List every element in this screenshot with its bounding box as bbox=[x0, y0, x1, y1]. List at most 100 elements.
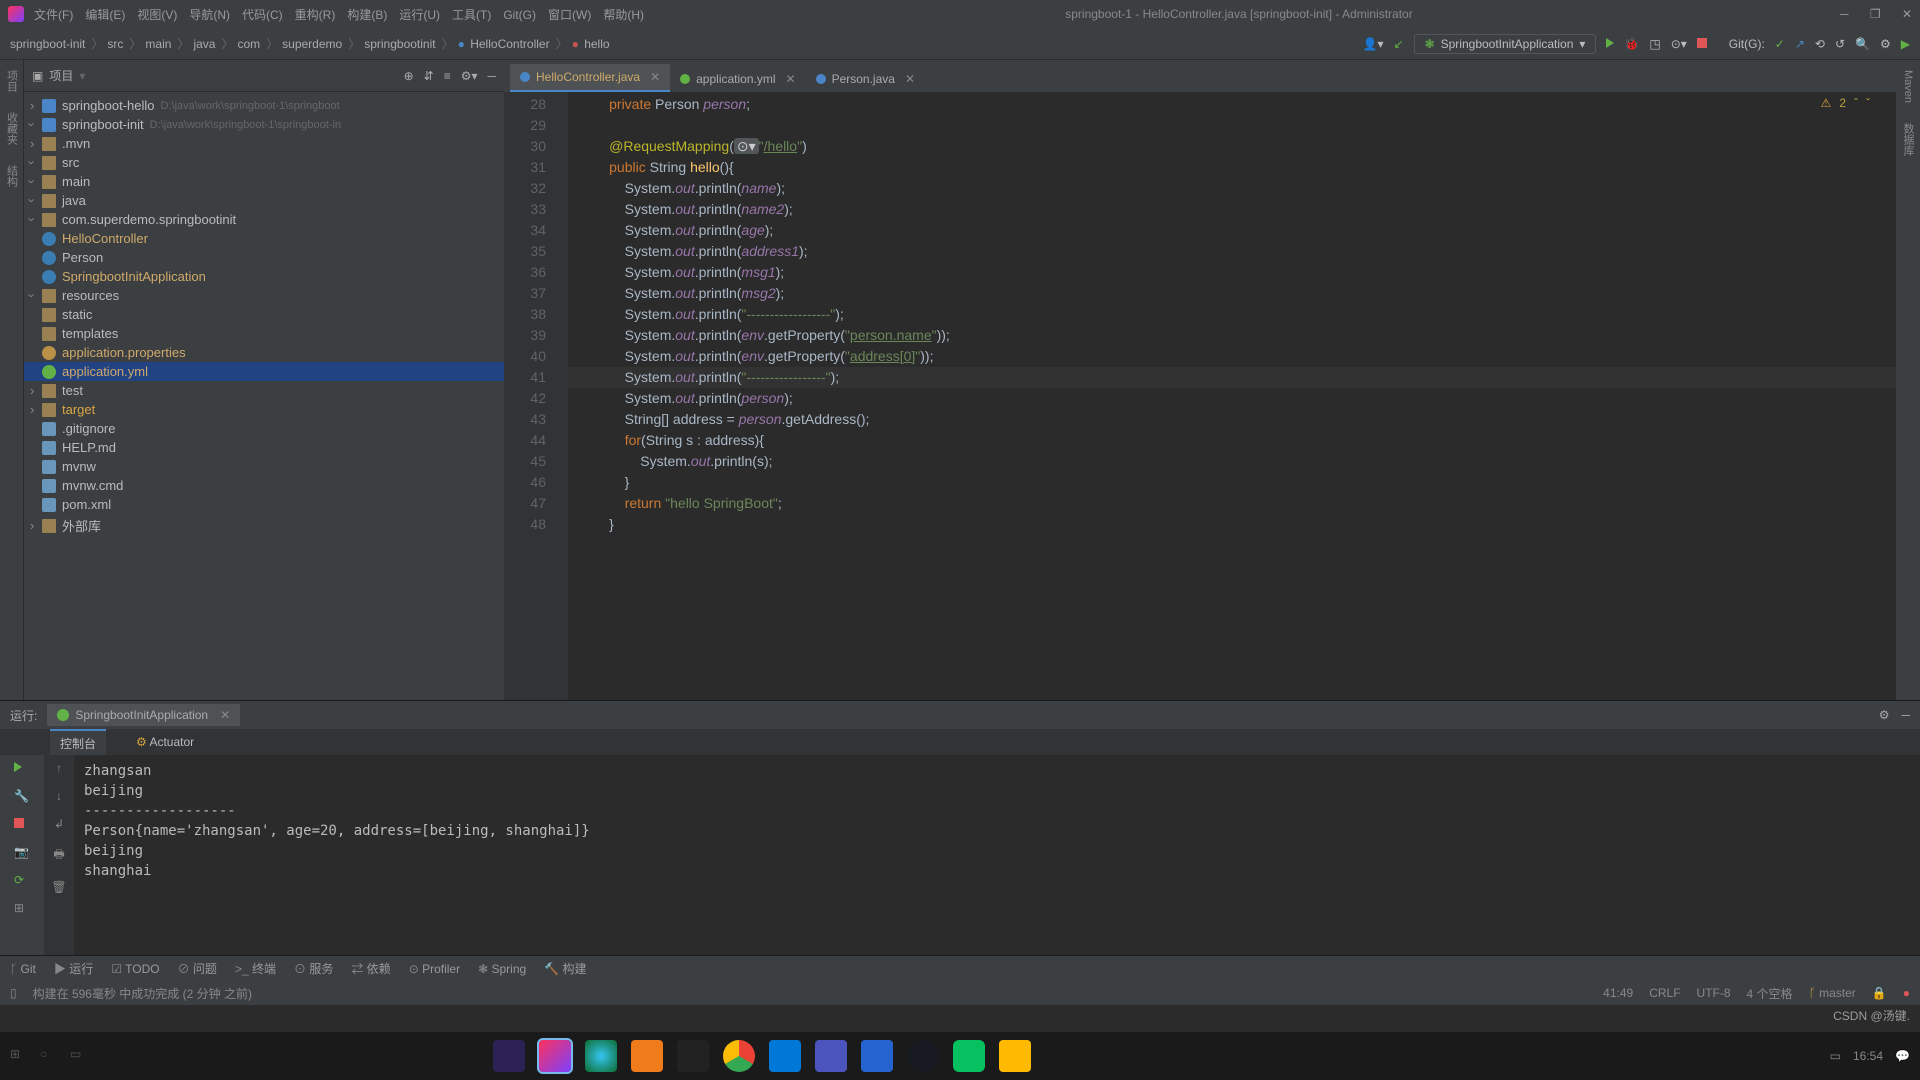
bottom-tool[interactable]: 🔨 构建 bbox=[544, 960, 586, 977]
bottom-tool[interactable]: ❃ Spring bbox=[478, 962, 526, 976]
code-line[interactable] bbox=[578, 115, 1886, 136]
tree-node[interactable]: HelloController bbox=[24, 229, 504, 248]
line-number[interactable]: 36 bbox=[504, 262, 546, 283]
eclipse-icon[interactable] bbox=[493, 1040, 525, 1072]
tree-node[interactable]: static bbox=[24, 305, 504, 324]
bottom-tool[interactable]: ⊙ Profiler bbox=[409, 962, 460, 976]
tree-node[interactable]: SpringbootInitApplication bbox=[24, 267, 504, 286]
scroll-up-icon[interactable]: ↑ bbox=[56, 761, 62, 775]
breadcrumb[interactable]: springboot-init〉src〉main〉java〉com〉superd… bbox=[10, 35, 612, 52]
line-number[interactable]: 30 bbox=[504, 136, 546, 157]
breadcrumb-item[interactable]: springbootinit bbox=[364, 37, 435, 51]
memory-indicator[interactable]: ● bbox=[1903, 986, 1910, 1000]
breadcrumb-item[interactable]: src bbox=[107, 37, 123, 51]
tray-expand-icon[interactable]: ▭ bbox=[1830, 1049, 1841, 1063]
tree-node[interactable]: main bbox=[24, 172, 504, 191]
editor-tab[interactable]: Person.java✕ bbox=[806, 66, 925, 92]
vcs-push-icon[interactable]: ↗ bbox=[1795, 37, 1805, 51]
menu-item[interactable]: 工具(T) bbox=[452, 8, 491, 22]
vscode-icon[interactable] bbox=[769, 1040, 801, 1072]
code-line[interactable]: System.out.println(msg1); bbox=[578, 262, 1886, 283]
tool-tab[interactable]: 数据库 bbox=[1900, 123, 1916, 156]
tree-node[interactable]: pom.xml bbox=[24, 495, 504, 514]
code-line[interactable]: System.out.println(address1); bbox=[578, 241, 1886, 262]
code-line[interactable]: System.out.println("-----------------"); bbox=[568, 367, 1896, 388]
run-config-selector[interactable]: ❃ SpringbootInitApplication ▾ bbox=[1414, 34, 1597, 54]
tree-node[interactable]: mvnw bbox=[24, 457, 504, 476]
code-line[interactable]: System.out.println(env.getProperty("addr… bbox=[578, 346, 1886, 367]
restart-button[interactable]: ⟳ bbox=[14, 873, 30, 889]
print-icon[interactable]: 🖶 bbox=[53, 845, 64, 866]
settings-icon[interactable]: ⚙▾ bbox=[461, 69, 478, 83]
chrome-icon[interactable] bbox=[723, 1040, 755, 1072]
line-number[interactable]: 39 bbox=[504, 325, 546, 346]
stop-button[interactable] bbox=[14, 817, 30, 833]
line-number[interactable]: 28 bbox=[504, 94, 546, 115]
breadcrumb-item[interactable]: java bbox=[193, 37, 215, 51]
menu-item[interactable]: 窗口(W) bbox=[548, 8, 591, 22]
terminal-icon[interactable] bbox=[677, 1040, 709, 1072]
layout-icon[interactable]: ⊞ bbox=[14, 901, 30, 917]
run-button[interactable] bbox=[1606, 37, 1614, 51]
line-number[interactable]: 35 bbox=[504, 241, 546, 262]
code-line[interactable]: System.out.println(age); bbox=[578, 220, 1886, 241]
bottom-tool[interactable]: ▶ 运行 bbox=[54, 960, 93, 977]
bottom-tool[interactable]: ⇄ 依赖 bbox=[351, 960, 390, 977]
tree-node[interactable]: resources bbox=[24, 286, 504, 305]
close-icon[interactable]: ✕ bbox=[220, 708, 230, 722]
vcs-commit-icon[interactable]: ✓ bbox=[1775, 37, 1785, 51]
steam-icon[interactable] bbox=[907, 1040, 939, 1072]
run-tab[interactable]: SpringbootInitApplication ✕ bbox=[47, 704, 240, 726]
line-number[interactable]: 41 bbox=[504, 367, 546, 388]
chevron-down-icon[interactable]: ▾ bbox=[79, 69, 85, 83]
rerun-button[interactable] bbox=[14, 761, 30, 777]
tool-tab[interactable]: 项目 bbox=[4, 70, 20, 92]
code-area[interactable]: 2829303132333435363738394041424344454647… bbox=[504, 92, 1896, 700]
code-line[interactable]: public String hello(){ bbox=[578, 157, 1886, 178]
tree-node[interactable]: .gitignore bbox=[24, 419, 504, 438]
hide-panel-icon[interactable]: ─ bbox=[487, 69, 496, 83]
code-line[interactable]: System.out.println(env.getProperty("pers… bbox=[578, 325, 1886, 346]
vcs-update-icon[interactable]: ↙ bbox=[1394, 37, 1404, 51]
code-line[interactable]: @RequestMapping(⊙▾"/hello") bbox=[578, 136, 1886, 157]
git-branch[interactable]: ᚴ master bbox=[1809, 986, 1856, 1000]
tree-node[interactable]: test bbox=[24, 381, 504, 400]
clear-icon[interactable]: 🗑 bbox=[51, 880, 66, 894]
scroll-down-icon[interactable]: ↓ bbox=[56, 789, 62, 803]
tool-icon[interactable]: 🔧 bbox=[14, 789, 30, 805]
code-line[interactable]: System.out.println(name); bbox=[578, 178, 1886, 199]
todo-icon[interactable] bbox=[861, 1040, 893, 1072]
menu-item[interactable]: 文件(F) bbox=[34, 8, 73, 22]
breadcrumb-item[interactable]: springboot-init bbox=[10, 37, 85, 51]
tree-node[interactable]: target bbox=[24, 400, 504, 419]
tool-tab[interactable]: Maven bbox=[1902, 70, 1914, 103]
line-number[interactable]: 29 bbox=[504, 115, 546, 136]
menu-item[interactable]: 构建(B) bbox=[347, 8, 387, 22]
code-line[interactable]: private Person person; bbox=[578, 94, 1886, 115]
coverage-icon[interactable]: ◳ bbox=[1649, 37, 1660, 51]
debug-button[interactable]: 🐞 bbox=[1624, 37, 1639, 51]
select-opened-icon[interactable]: ⊕ bbox=[404, 69, 414, 83]
line-number[interactable]: 42 bbox=[504, 388, 546, 409]
editor-tab[interactable]: application.yml✕ bbox=[670, 66, 805, 92]
explorer-icon[interactable] bbox=[999, 1040, 1031, 1072]
system-tray[interactable]: ▭ 16:54 💬 bbox=[1830, 1049, 1910, 1063]
vm-icon[interactable] bbox=[631, 1040, 663, 1072]
line-number[interactable]: 47 bbox=[504, 493, 546, 514]
taskview-icon[interactable]: ▭ bbox=[70, 1047, 88, 1065]
tree-node[interactable]: Person bbox=[24, 248, 504, 267]
file-encoding[interactable]: UTF-8 bbox=[1697, 986, 1731, 1000]
code-line[interactable]: System.out.println(s); bbox=[578, 451, 1886, 472]
bottom-tool[interactable]: ᚴ Git bbox=[10, 962, 36, 976]
line-separator[interactable]: CRLF bbox=[1649, 986, 1680, 1000]
code-line[interactable]: String[] address = person.getAddress(); bbox=[578, 409, 1886, 430]
code-with-me-icon[interactable]: 👤▾ bbox=[1363, 37, 1384, 51]
code[interactable]: private Person person; @RequestMapping(⊙… bbox=[568, 92, 1896, 700]
breadcrumb-item[interactable]: hello bbox=[584, 37, 609, 51]
code-line[interactable]: } bbox=[578, 514, 1886, 535]
code-line[interactable]: for(String s : address){ bbox=[578, 430, 1886, 451]
cortana-icon[interactable]: ○ bbox=[40, 1047, 58, 1065]
project-tree[interactable]: springboot-helloD:\java\work\springboot-… bbox=[24, 92, 504, 700]
tree-node[interactable]: java bbox=[24, 191, 504, 210]
line-number[interactable]: 34 bbox=[504, 220, 546, 241]
